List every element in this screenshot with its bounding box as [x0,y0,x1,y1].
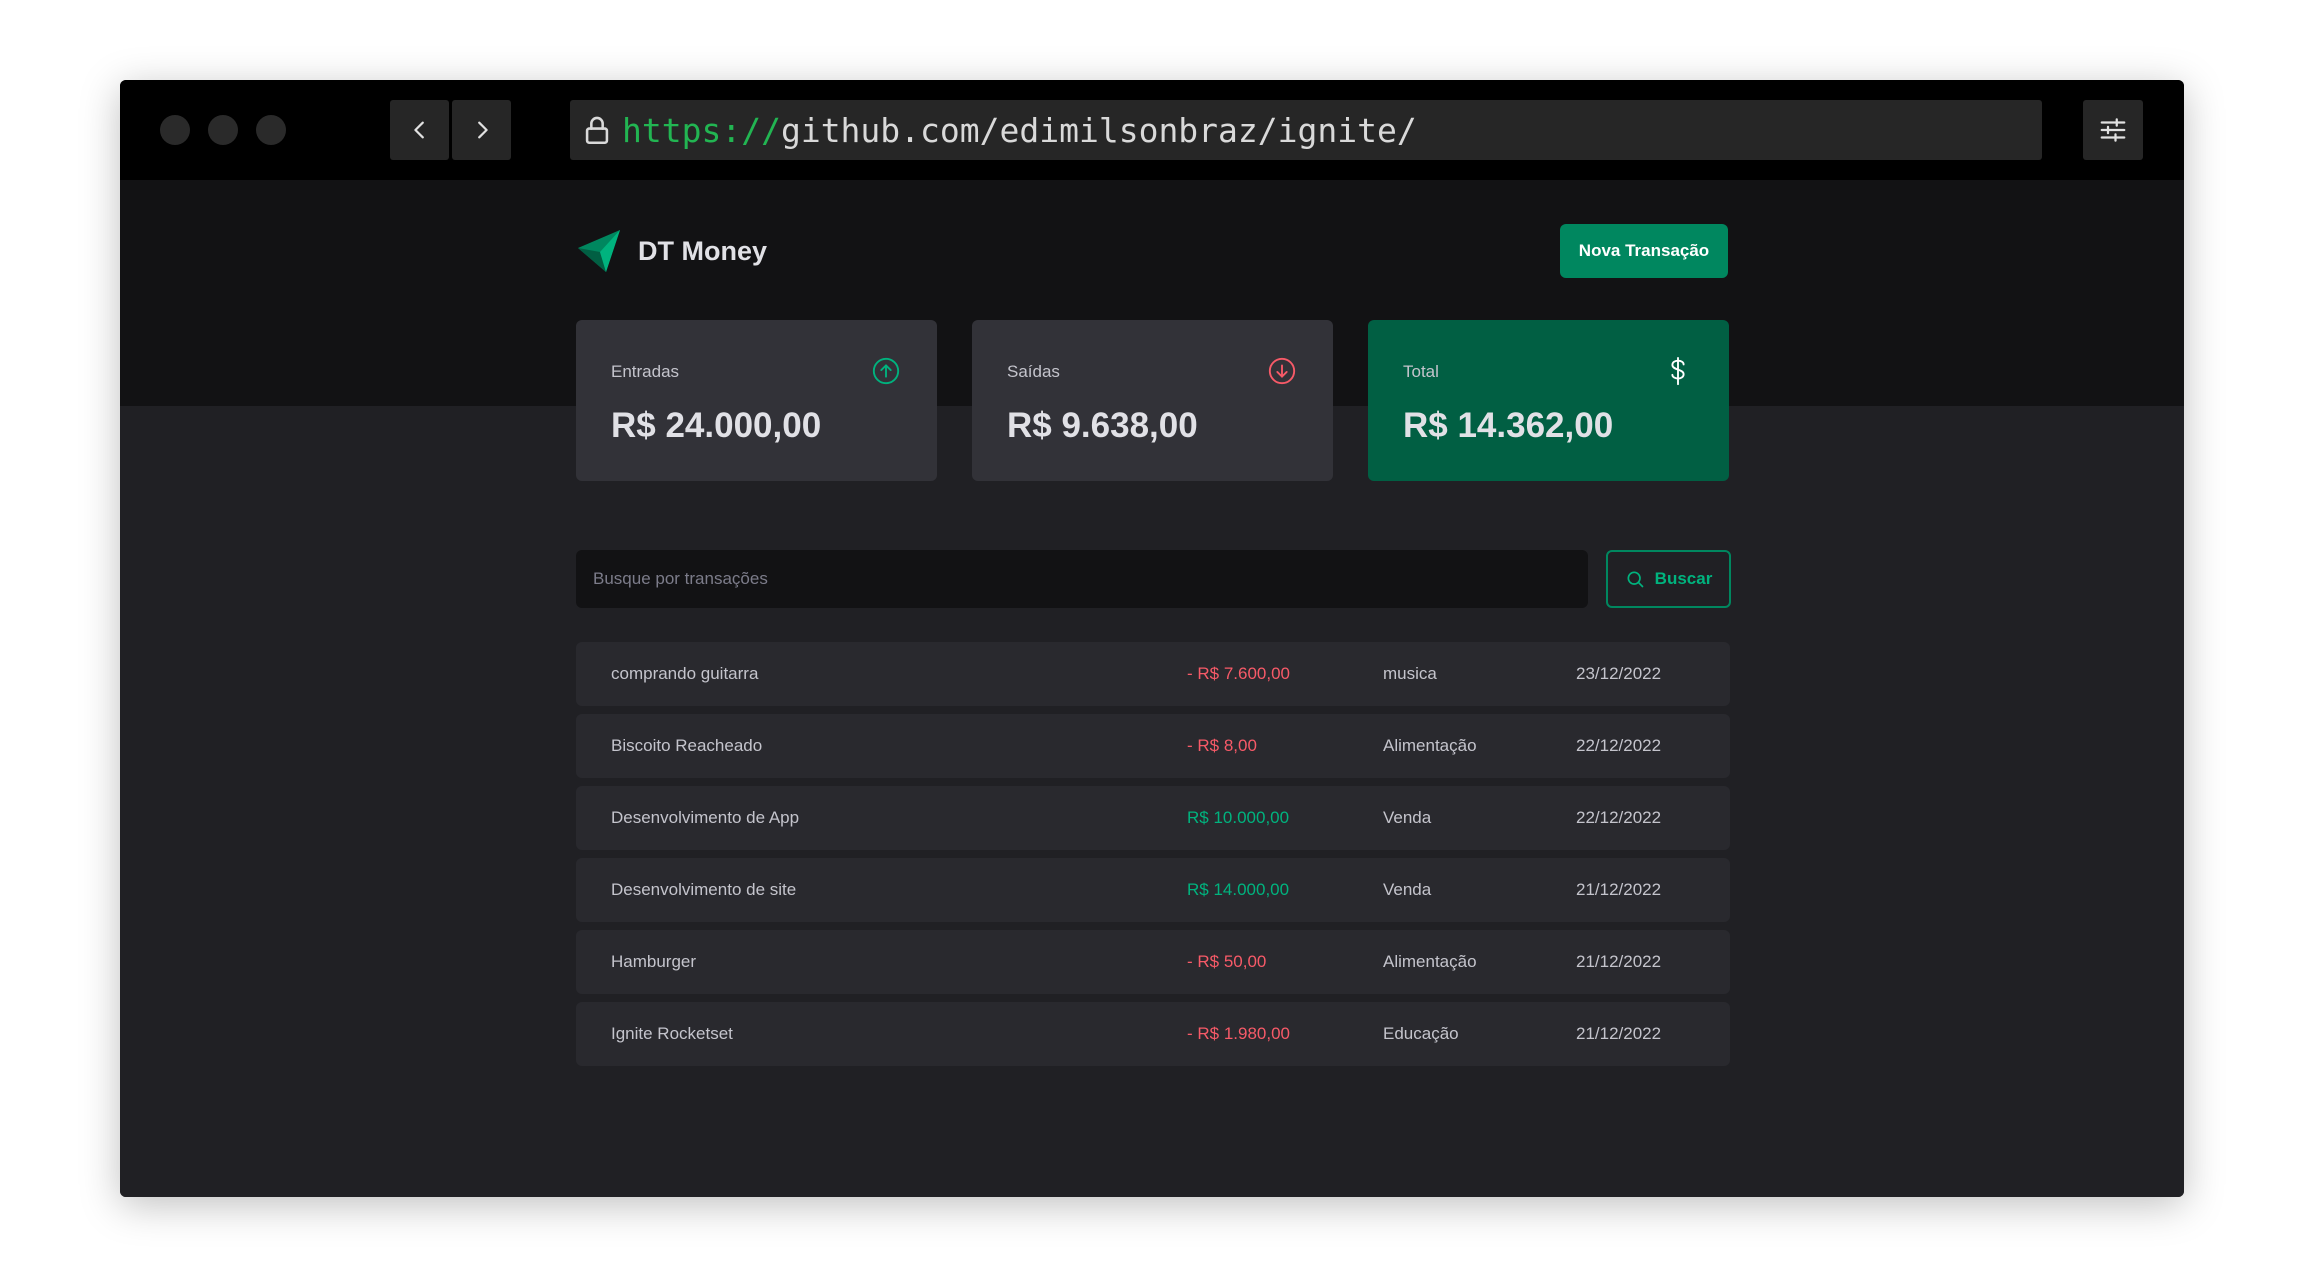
summary-label: Saídas [1007,362,1060,381]
summary-card-income: Entradas R$ 24.000,00 [576,320,937,481]
transaction-category: Venda [1383,808,1432,827]
transaction-description: Desenvolvimento de site [611,880,797,899]
table-row: comprando guitarra - R$ 7.600,00 musica … [576,642,1730,706]
new-transaction-button[interactable]: Nova Transação [1560,224,1728,278]
app-logo: DT Money [576,228,767,274]
transaction-amount: - R$ 7.600,00 [1187,664,1291,683]
search-input[interactable] [576,550,1588,608]
forward-button[interactable] [452,100,511,160]
app-title: DT Money [638,235,768,266]
arrow-circle-down-icon [1268,357,1296,385]
transaction-date: 21/12/2022 [1576,952,1662,971]
transaction-category: Alimentação [1383,952,1477,971]
back-button[interactable] [390,100,449,160]
paper-plane-logo-icon [578,230,620,272]
summary-card-outcome: Saídas R$ 9.638,00 [972,320,1333,481]
search-button-label: Buscar [1654,569,1713,588]
transaction-category: Educação [1383,1024,1459,1043]
search-button[interactable]: Buscar [1606,550,1731,608]
transaction-date: 21/12/2022 [1576,1024,1662,1043]
transaction-date: 21/12/2022 [1576,880,1662,899]
arrow-circle-up-icon [872,357,900,385]
browser-toolbar: https://github.com/edimilsonbraz/ignite/ [120,80,2184,180]
transaction-amount: R$ 10.000,00 [1187,808,1290,827]
table-row: Biscoito Reacheado - R$ 8,00 Alimentação… [576,714,1730,778]
transaction-description: Biscoito Reacheado [611,736,763,755]
transactions-table: comprando guitarra - R$ 7.600,00 musica … [576,642,1730,1074]
table-row: Hamburger - R$ 50,00 Alimentação 21/12/2… [576,930,1730,994]
summary-value: R$ 24.000,00 [611,406,822,445]
chevron-left-icon [413,121,424,139]
transaction-category: Alimentação [1383,736,1477,755]
chevron-right-icon [477,121,488,139]
summary-card-total: Total R$ 14.362,00 [1368,320,1729,481]
url-protocol: https:// [622,110,781,150]
table-row: Desenvolvimento de site R$ 14.000,00 Ven… [576,858,1730,922]
transaction-description: comprando guitarra [611,664,759,683]
transaction-amount: - R$ 8,00 [1187,736,1257,755]
page-content: DT Money Nova Transação Entradas R$ 24.0… [120,180,2184,1197]
transaction-amount: - R$ 1.980,00 [1187,1024,1291,1043]
search-form: Buscar [576,550,1731,608]
transaction-date: 23/12/2022 [1576,664,1662,683]
table-row: Desenvolvimento de App R$ 10.000,00 Vend… [576,786,1730,850]
settings-button[interactable] [2083,100,2143,160]
summary-label: Entradas [611,362,680,381]
transaction-amount: R$ 14.000,00 [1187,880,1290,899]
transaction-category: musica [1383,664,1437,683]
window-minimize-dot[interactable] [208,115,238,145]
browser-window: https://github.com/edimilsonbraz/ignite/… [120,80,2184,1197]
sliders-icon [2100,118,2126,142]
transaction-date: 22/12/2022 [1576,808,1662,827]
summary-value: R$ 14.362,00 [1403,406,1614,445]
search-icon [1627,571,1644,588]
currency-dollar-icon [1671,356,1685,386]
address-bar[interactable]: https://github.com/edimilsonbraz/ignite/ [570,100,2042,160]
table-row: Ignite Rocketset - R$ 1.980,00 Educação … [576,1002,1730,1066]
transaction-category: Venda [1383,880,1432,899]
summary-value: R$ 9.638,00 [1007,406,1198,445]
transaction-description: Desenvolvimento de App [611,808,800,827]
url-text: github.com/edimilsonbraz/ignite/ [780,110,1417,150]
summary-label: Total [1403,362,1439,381]
transaction-description: Ignite Rocketset [611,1024,733,1043]
transaction-date: 22/12/2022 [1576,736,1662,755]
window-close-dot[interactable] [160,115,190,145]
transaction-description: Hamburger [611,952,697,971]
window-maximize-dot[interactable] [256,115,286,145]
transaction-amount: - R$ 50,00 [1187,952,1267,971]
lock-icon [585,116,609,145]
